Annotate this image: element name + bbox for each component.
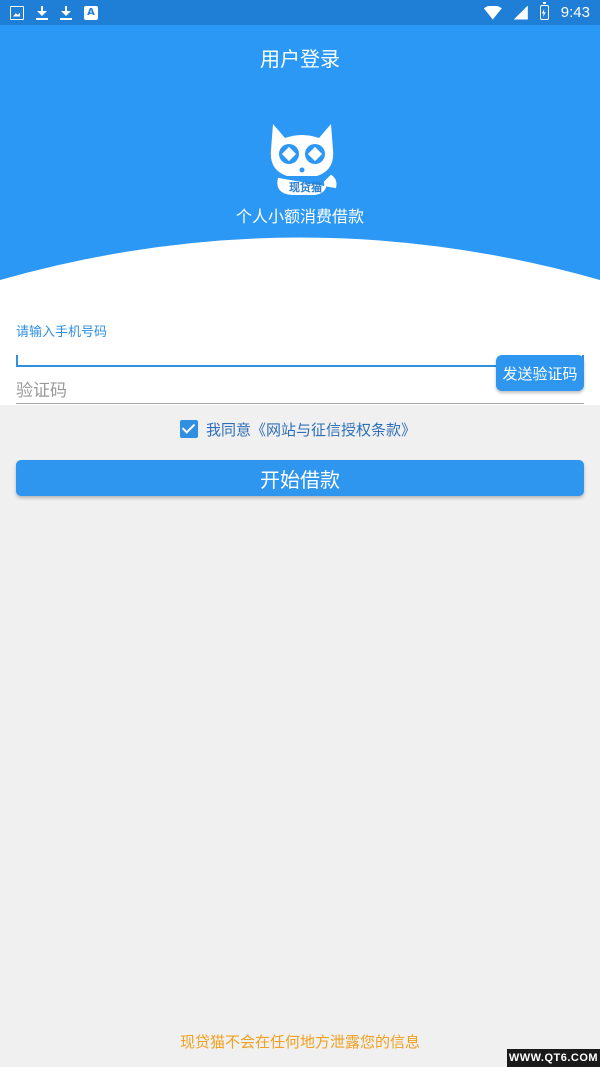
status-bar: A 9:43 <box>0 0 600 25</box>
battery-charging-icon <box>539 2 549 20</box>
header: 用户登录 现贷猫 个人小额消费借款 请输入手机号码 <box>0 25 600 405</box>
verification-code-input[interactable] <box>16 378 584 404</box>
agree-checkbox[interactable] <box>180 420 198 438</box>
image-icon <box>10 5 24 20</box>
watermark: WWW.QT6.COM <box>507 1049 600 1067</box>
download-icon <box>36 5 48 20</box>
wifi-icon <box>483 5 502 20</box>
phone-input-edge-left <box>16 355 18 367</box>
download-icon <box>60 5 72 20</box>
page-title: 用户登录 <box>260 47 340 71</box>
a-icon: A <box>84 5 98 20</box>
cat-logo-icon: 现贷猫 <box>270 124 337 195</box>
status-time: 9:43 <box>560 4 590 21</box>
phone-label: 请输入手机号码 <box>16 325 108 340</box>
agreement-row[interactable]: 我同意《网站与征信授权条款》 <box>180 419 416 439</box>
agreement-text[interactable]: 我同意《网站与征信授权条款》 <box>206 419 416 440</box>
signal-icon <box>513 5 528 20</box>
status-right-icons: 9:43 <box>483 0 590 25</box>
logo-text: 现贷猫 <box>289 180 322 194</box>
status-left-icons: A <box>10 0 98 25</box>
start-loan-button[interactable]: 开始借款 <box>16 460 584 496</box>
slogan: 个人小额消费借款 <box>235 207 364 226</box>
